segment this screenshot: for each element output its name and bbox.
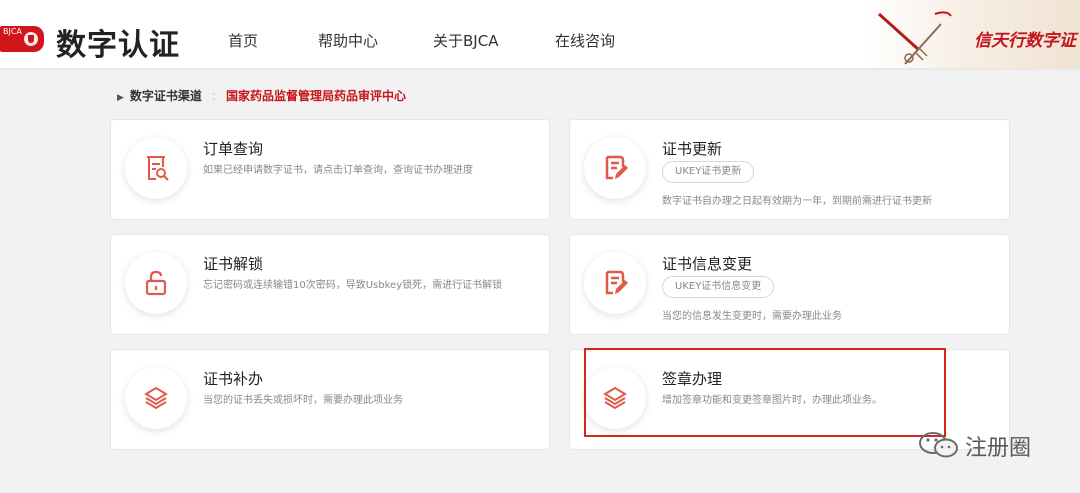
icon-circle [584,137,646,199]
card-description: 当您的信息发生变更时，需要办理此业务 [662,311,842,322]
ukey-renew-button[interactable]: UKEY证书更新 [662,161,755,183]
card-order-query[interactable]: 订单查询 如果已经申请数字证书，请点击订单查询，查询证书办理进度 [110,119,550,220]
wechat-icon [919,432,958,458]
watermark-text: 注册圈 [965,436,1032,461]
top-header: BJCA 数字认证 首页 帮助中心 关于BJCA 在线咨询 信天行数字证 [0,0,1080,68]
keys-icon [877,11,952,65]
card-certificate-unlock[interactable]: 证书解锁 忘记密码或连续输错10次密码，导致Usbkey锁死，需进行证书解锁 [110,234,550,335]
highlight-box [584,348,946,437]
icon-circle [584,252,646,314]
breadcrumb-current: 国家药品监督管理局药品审评中心 [225,89,406,103]
triangle-right-icon: ▶ [117,93,124,103]
ukey-info-change-button[interactable]: UKEY证书信息变更 [662,276,775,298]
card-title: 证书更新 [662,140,723,158]
breadcrumb-separator: : [211,89,216,103]
card-certificate-reissue[interactable]: 证书补办 当您的证书丢失或损坏时，需要办理此项业务 [110,349,550,450]
breadcrumb: ▶ 数字证书渠道: 国家药品监督管理局药品审评中心 [117,87,406,104]
icon-circle [125,252,187,314]
card-description: 忘记密码或连续输错10次密码，导致Usbkey锁死，需进行证书解锁 [203,280,503,291]
nav-home[interactable]: 首页 [228,30,258,51]
layers-icon [144,386,168,410]
unlock-icon [145,270,167,296]
edit-doc-icon [605,155,628,180]
bjca-logo-icon[interactable]: BJCA [0,26,44,52]
card-description: 如果已经申请数字证书，请点击订单查询，查询证书办理进度 [203,165,473,176]
edit-doc-icon [605,270,628,295]
logo-badge-text: BJCA [3,27,22,36]
card-title: 证书补办 [203,370,264,388]
brand-banner: 信天行数字证 [865,0,1080,68]
icon-circle [125,367,187,429]
brand-slogan: 信天行数字证 [974,31,1076,51]
ribbon-icon [24,32,38,46]
card-certificate-renewal[interactable]: 证书更新 UKEY证书更新 数字证书自办理之日起有效期为一年，到期前需进行证书更… [569,119,1010,220]
icon-circle [125,137,187,199]
card-title: 证书信息变更 [662,255,753,273]
nav-help-center[interactable]: 帮助中心 [318,30,378,51]
nav-online-consult[interactable]: 在线咨询 [555,30,615,51]
card-title: 证书解锁 [203,255,264,273]
order-search-icon [147,156,169,181]
nav-about-bjca[interactable]: 关于BJCA [433,30,498,51]
card-certificate-info-change[interactable]: 证书信息变更 UKEY证书信息变更 当您的信息发生变更时，需要办理此业务 [569,234,1010,335]
card-title: 订单查询 [203,140,264,158]
site-logo-text[interactable]: 数字认证 [56,20,180,64]
breadcrumb-link[interactable]: 数字证书渠道 [130,89,202,103]
card-description: 数字证书自办理之日起有效期为一年，到期前需进行证书更新 [662,196,932,207]
card-description: 当您的证书丢失或损坏时，需要办理此项业务 [203,395,403,406]
